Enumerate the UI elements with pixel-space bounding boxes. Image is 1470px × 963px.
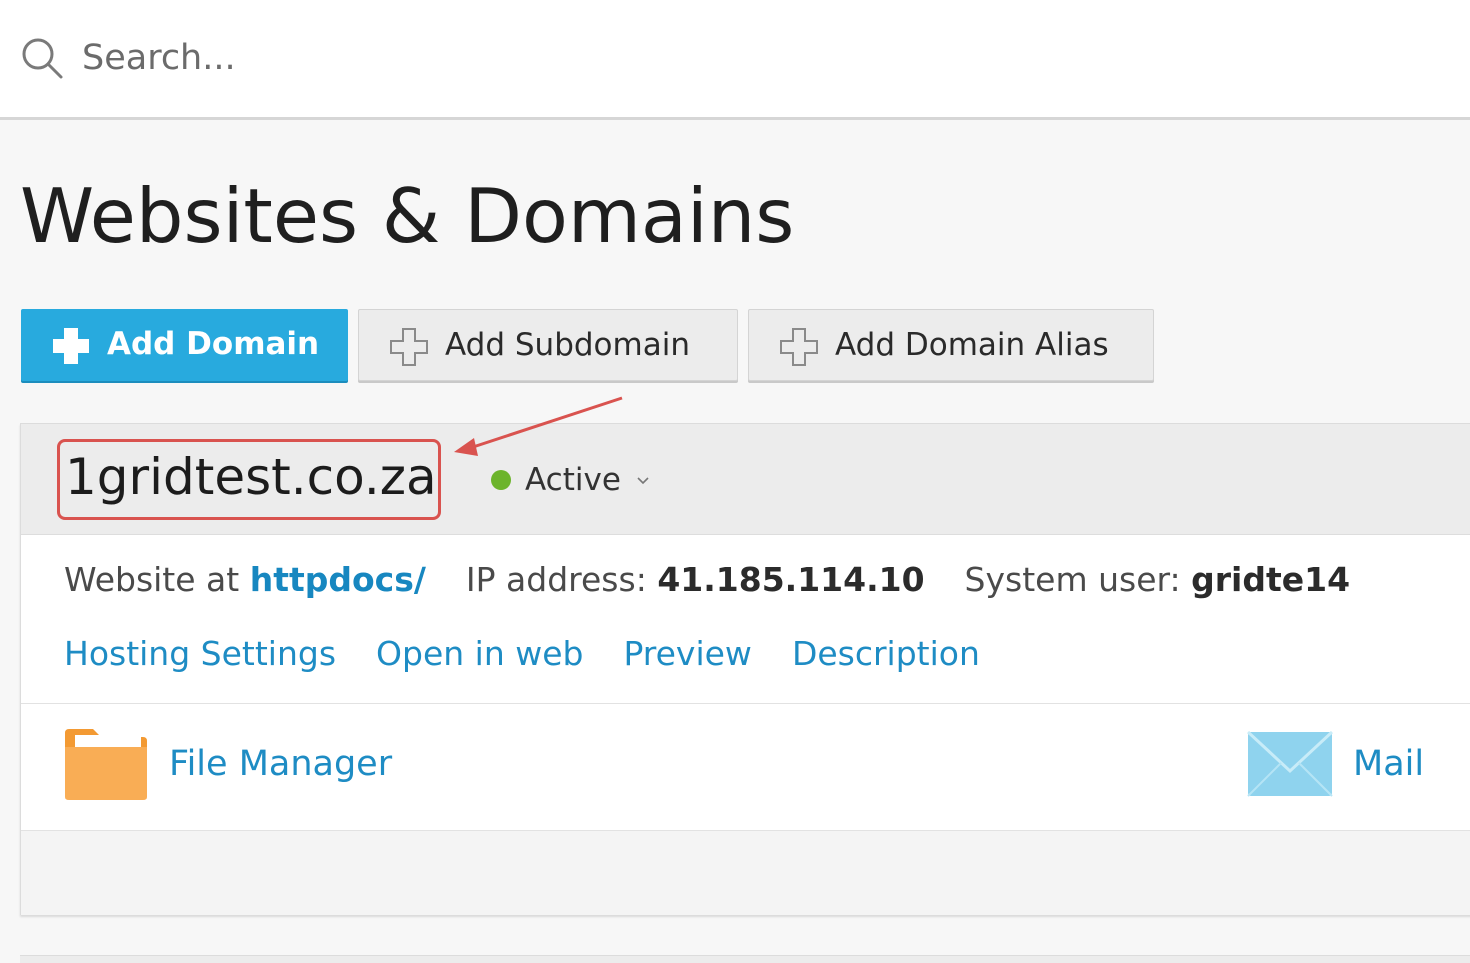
add-domain-alias-button[interactable]: Add Domain Alias [748, 309, 1154, 381]
annotation-highlight-box [57, 439, 441, 520]
page-title: Websites & Domains [20, 172, 795, 260]
folder-icon [65, 729, 147, 800]
domain-card-footer [21, 831, 1470, 915]
system-user-value: gridte14 [1191, 560, 1351, 599]
ip-label: IP address: [465, 560, 647, 599]
open-in-web-link[interactable]: Open in web [376, 634, 583, 673]
search-icon[interactable] [18, 34, 66, 82]
domain-info-line: Website at httpdocs/IP address: 41.185.1… [64, 556, 1390, 604]
mail-label: Mail [1353, 744, 1425, 784]
plus-outline-icon [780, 328, 818, 366]
add-domain-alias-label: Add Domain Alias [835, 327, 1109, 363]
add-subdomain-label: Add Subdomain [445, 327, 690, 363]
website-path-link[interactable]: httpdocs/ [250, 560, 426, 599]
plus-outline-icon [390, 328, 428, 366]
status-dot-icon [491, 470, 511, 490]
preview-link[interactable]: Preview [623, 634, 751, 673]
system-user-label: System user: [964, 560, 1181, 599]
domain-card-header: 1gridtest.co.za Active [21, 424, 1470, 535]
status-dropdown[interactable]: Active [491, 460, 651, 500]
search-input[interactable] [82, 28, 1382, 88]
file-manager-tool[interactable]: File Manager [63, 724, 392, 804]
domain-card: 1gridtest.co.za Active Website at httpdo… [20, 423, 1470, 915]
hosting-settings-link[interactable]: Hosting Settings [64, 634, 336, 673]
system-user-info: System user: gridte14 [965, 560, 1351, 599]
add-subdomain-button[interactable]: Add Subdomain [358, 309, 738, 381]
add-domain-button[interactable]: Add Domain [21, 309, 348, 381]
chevron-down-icon [637, 477, 649, 485]
domain-tools: File Manager Mail [21, 704, 1470, 830]
description-link[interactable]: Description [792, 634, 980, 673]
mail-tool[interactable]: Mail [1247, 724, 1424, 804]
file-manager-label: File Manager [169, 744, 393, 784]
search-bar [0, 0, 1470, 120]
ip-value: 41.185.114.10 [657, 560, 925, 599]
domain-links: Hosting Settings Open in web Preview Descri… [64, 629, 1020, 679]
website-at-label: Website at [64, 560, 240, 599]
plus-icon [53, 328, 89, 364]
website-path-info: Website at httpdocs/ [64, 560, 426, 599]
add-domain-label: Add Domain [107, 326, 320, 362]
ip-address-info: IP address: 41.185.114.10 [466, 560, 925, 599]
envelope-icon [1247, 731, 1333, 797]
status-label: Active [525, 462, 621, 498]
